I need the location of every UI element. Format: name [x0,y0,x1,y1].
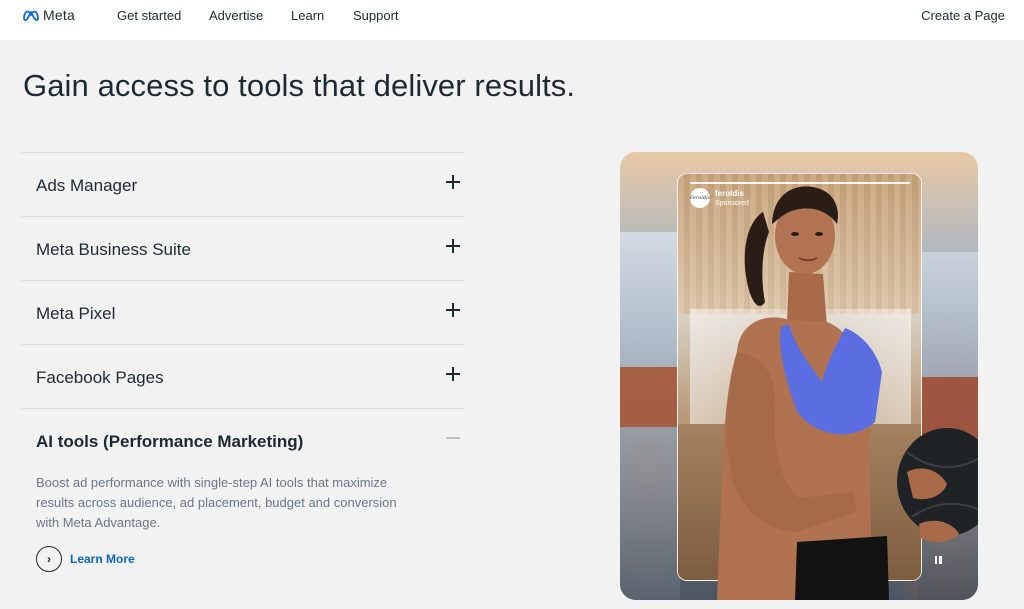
hero-ad-preview: Feroldis feroldis Sponsored [620,152,978,600]
accordion-item-facebook-pages[interactable]: Facebook Pages [22,344,464,408]
chevron-right-icon[interactable]: › [36,546,62,572]
accordion-item-ads-manager[interactable]: Ads Manager [22,152,464,216]
plus-icon[interactable] [446,175,460,189]
learn-more-label: Learn More [70,552,135,566]
accordion-item-label: Meta Pixel [36,304,116,323]
plus-icon[interactable] [446,239,460,253]
logo-wordmark: Meta [43,7,75,23]
nav-advertise[interactable]: Advertise [209,8,263,23]
athlete-photo [717,186,978,600]
tools-accordion: Ads Manager Meta Business Suite Meta Pix… [22,152,464,608]
accordion-item-ai-tools[interactable]: AI tools (Performance Marketing) Boost a… [22,408,464,608]
accordion-item-label: Ads Manager [36,176,138,195]
learn-more-link[interactable]: › Learn More [36,546,135,572]
pause-icon[interactable] [931,553,945,567]
accordion-item-meta-pixel[interactable]: Meta Pixel [22,280,464,344]
plus-icon[interactable] [446,367,460,381]
meta-logo-icon [23,10,39,21]
create-page-link[interactable]: Create a Page [921,8,1005,23]
plus-icon[interactable] [446,303,460,317]
accordion-item-label: Meta Business Suite [36,240,191,259]
nav-get-started[interactable]: Get started [117,8,181,23]
nav-learn[interactable]: Learn [291,8,324,23]
accordion-item-label: AI tools (Performance Marketing) [36,432,304,451]
top-nav: Meta Get started Advertise Learn Support… [0,0,1024,40]
accordion-item-business-suite[interactable]: Meta Business Suite [22,216,464,280]
accordion-item-label: Facebook Pages [36,368,164,387]
accordion-item-description: Boost ad performance with single-step AI… [36,475,397,530]
meta-logo[interactable]: Meta [22,7,75,23]
page-title: Gain access to tools that deliver result… [23,68,576,103]
nav-support[interactable]: Support [353,8,399,23]
minus-icon[interactable] [446,431,460,445]
